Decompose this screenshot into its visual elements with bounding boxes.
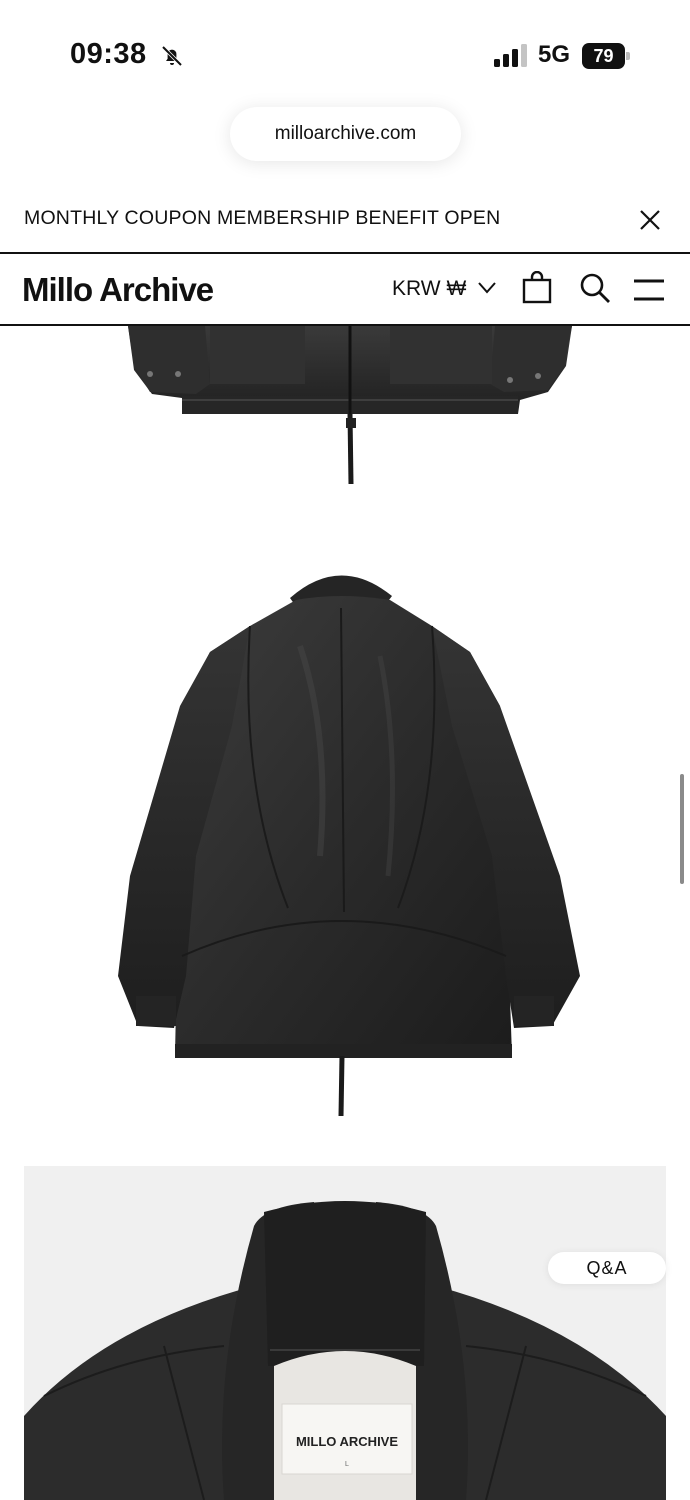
qa-button[interactable]: Q&A	[548, 1252, 666, 1284]
site-logo[interactable]: Millo Archive	[22, 271, 214, 309]
chevron-down-icon[interactable]	[476, 280, 498, 296]
battery-cap	[626, 52, 630, 60]
menu-icon[interactable]	[632, 276, 666, 304]
product-image-back[interactable]	[0, 556, 690, 1126]
product-image-collar[interactable]: MILLO ARCHIVE L	[24, 1166, 666, 1500]
size-label-text: L	[345, 1461, 349, 1468]
scrollbar[interactable]	[680, 774, 684, 884]
product-image-front[interactable]	[0, 326, 690, 496]
brand-label-text: MILLO ARCHIVE	[296, 1434, 398, 1449]
network-type: 5G	[538, 41, 571, 68]
url-bar[interactable]: milloarchive.com	[230, 107, 461, 161]
signal-icon	[494, 44, 527, 67]
promo-text[interactable]: MONTHLY COUPON MEMBERSHIP BENEFIT OPEN	[24, 207, 500, 230]
status-bar: 09:38 5G 79	[0, 0, 690, 100]
promo-bar: MONTHLY COUPON MEMBERSHIP BENEFIT OPEN	[0, 190, 690, 252]
site-header: Millo Archive KRW ₩	[0, 252, 690, 326]
product-gallery: MILLO ARCHIVE L	[0, 326, 690, 1500]
search-icon[interactable]	[578, 271, 612, 305]
shopping-bag-icon[interactable]	[520, 271, 554, 305]
status-time: 09:38	[70, 38, 147, 70]
close-icon[interactable]	[636, 206, 664, 234]
battery-icon: 79	[582, 43, 630, 69]
battery-level: 79	[582, 43, 625, 69]
currency-selector[interactable]: KRW ₩	[392, 277, 466, 301]
bell-slash-icon	[161, 45, 183, 67]
